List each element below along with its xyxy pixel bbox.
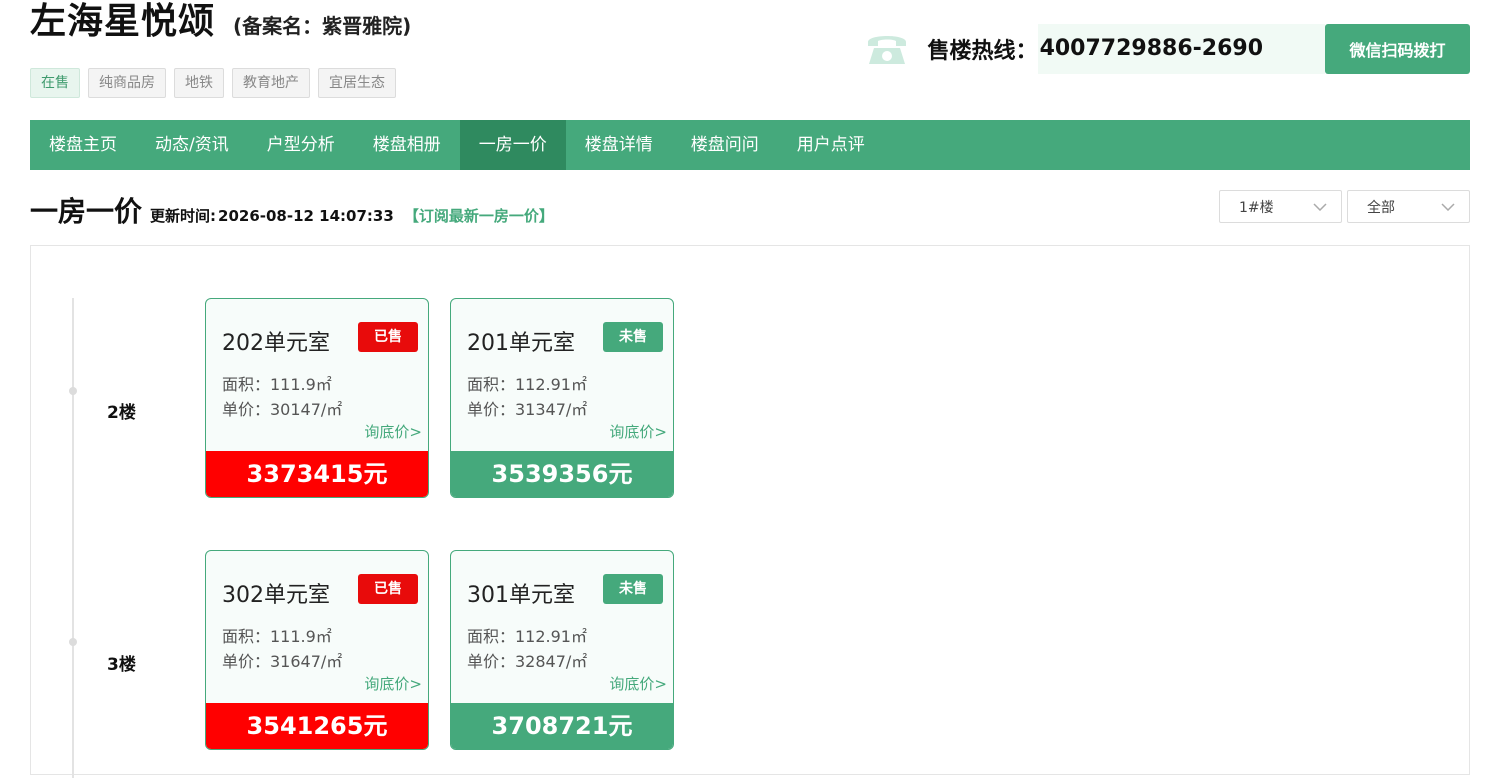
ask-lowest-price-link[interactable]: 询底价> — [364, 421, 422, 442]
unit-card-302[interactable]: 302单元室 已售 面积：111.9㎡ 单价：31647/㎡ 询底价> 3541… — [205, 550, 429, 750]
building-select[interactable]: 1#楼 — [1219, 190, 1342, 223]
page: 左海星悦颂 (备案名：紫晋雅院) 在售 纯商品房 地铁 教育地产 宜居生态 售楼… — [30, 0, 1470, 778]
unit-card-201[interactable]: 201单元室 未售 面积：112.91㎡ 单价：31347/㎡ 询底价> 353… — [450, 298, 674, 498]
update-time: 2026-08-12 14:07:33 — [218, 207, 394, 225]
nav-price-list[interactable]: 一房一价 — [459, 120, 566, 170]
unit-room: 301单元室 — [467, 583, 575, 608]
tag-commercial: 纯商品房 — [88, 68, 166, 98]
timeline-dot — [69, 387, 77, 395]
unit-price-per-sqm: 单价：30147/㎡ — [222, 400, 343, 419]
unit-room: 302单元室 — [222, 583, 330, 608]
price-panel: 2楼 3楼 202单元室 已售 面积：111.9㎡ 单价：30147/㎡ 询底价… — [30, 245, 1470, 778]
nav-qa[interactable]: 楼盘问问 — [672, 120, 778, 170]
tag-ecology: 宜居生态 — [318, 68, 396, 98]
subscribe-link[interactable]: 【订阅最新一房一价】 — [404, 205, 554, 226]
floor-label: 2楼 — [107, 403, 136, 423]
total-price: 3373415元 — [206, 451, 428, 497]
floor-timeline — [69, 298, 77, 778]
chevron-down-icon — [1313, 202, 1327, 211]
status-select-value: 全部 — [1367, 199, 1395, 216]
unit-area: 面积：111.9㎡ — [222, 375, 332, 394]
ask-lowest-price-link[interactable]: 询底价> — [609, 673, 667, 694]
unit-area: 面积：111.9㎡ — [222, 627, 332, 646]
wechat-scan-call-button[interactable]: 微信扫码拨打 — [1325, 24, 1470, 74]
unit-room: 201单元室 — [467, 331, 575, 356]
record-name: (备案名：紫晋雅院) — [233, 14, 412, 38]
unit-card-202[interactable]: 202单元室 已售 面积：111.9㎡ 单价：30147/㎡ 询底价> 3373… — [205, 298, 429, 498]
tag-on-sale: 在售 — [30, 68, 80, 98]
chevron-down-icon — [1441, 202, 1455, 211]
filter-selects: 1#楼 全部 — [1219, 190, 1470, 223]
hotline-label: 售楼热线： — [927, 39, 1038, 64]
total-price: 3539356元 — [451, 451, 673, 497]
status-select[interactable]: 全部 — [1347, 190, 1470, 223]
main-nav: 楼盘主页 动态/资讯 户型分析 楼盘相册 一房一价 楼盘详情 楼盘问问 用户点评 — [30, 120, 1470, 170]
timeline-dot — [69, 638, 77, 646]
project-title: 左海星悦颂 — [30, 1, 216, 42]
unit-price-per-sqm: 单价：32847/㎡ — [467, 652, 588, 671]
section-header: 一房一价 更新时间: 2026-08-12 14:07:33 【订阅最新一房一价… — [30, 190, 554, 230]
ask-lowest-price-link[interactable]: 询底价> — [364, 673, 422, 694]
tag-list: 在售 纯商品房 地铁 教育地产 宜居生态 — [30, 68, 396, 98]
ask-lowest-price-link[interactable]: 询底价> — [609, 421, 667, 442]
status-badge: 已售 — [358, 322, 418, 352]
nav-news[interactable]: 动态/资讯 — [136, 120, 248, 170]
unit-area: 面积：112.91㎡ — [467, 627, 587, 646]
status-badge: 未售 — [603, 322, 663, 352]
tag-metro: 地铁 — [174, 68, 224, 98]
phone-icon — [864, 29, 910, 69]
nav-layout[interactable]: 户型分析 — [248, 120, 354, 170]
building-select-value: 1#楼 — [1239, 199, 1274, 216]
unit-price-per-sqm: 单价：31347/㎡ — [467, 400, 588, 419]
nav-home[interactable]: 楼盘主页 — [30, 120, 136, 170]
unit-area: 面积：112.91㎡ — [467, 375, 587, 394]
floor-label: 3楼 — [107, 655, 136, 675]
tag-education: 教育地产 — [232, 68, 310, 98]
unit-card-301[interactable]: 301单元室 未售 面积：112.91㎡ 单价：32847/㎡ 询底价> 370… — [450, 550, 674, 750]
status-badge: 未售 — [603, 574, 663, 604]
total-price: 3541265元 — [206, 703, 428, 749]
project-header: 左海星悦颂 (备案名：紫晋雅院) — [30, 0, 411, 52]
hotline-area: 售楼热线： 4007729886-2690 微信扫码拨打 — [864, 24, 1470, 74]
section-title: 一房一价 — [30, 195, 143, 228]
total-price: 3708721元 — [451, 703, 673, 749]
hotline-number: 4007729886-2690 — [1037, 24, 1325, 74]
status-badge: 已售 — [358, 574, 418, 604]
nav-reviews[interactable]: 用户点评 — [778, 120, 884, 170]
nav-album[interactable]: 楼盘相册 — [354, 120, 460, 170]
nav-details[interactable]: 楼盘详情 — [566, 120, 672, 170]
unit-room: 202单元室 — [222, 331, 330, 356]
unit-price-per-sqm: 单价：31647/㎡ — [222, 652, 343, 671]
update-label: 更新时间: — [150, 207, 217, 225]
